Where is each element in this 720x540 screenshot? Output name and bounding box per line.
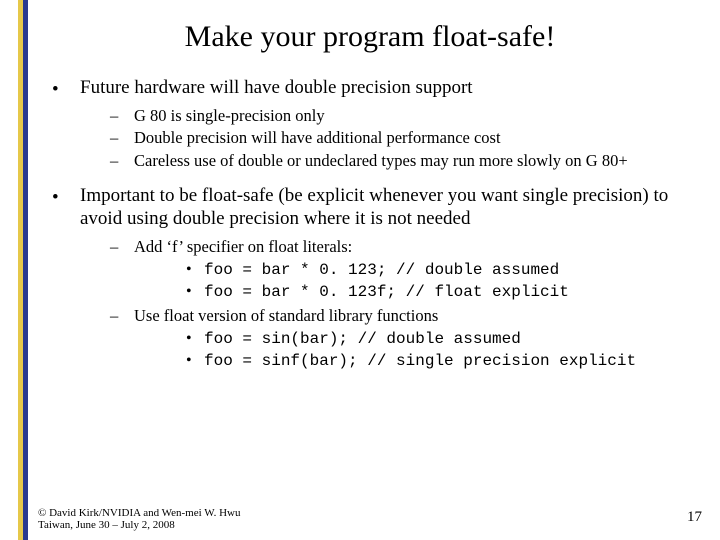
sub-text: Add ‘f’ specifier on float literals: [134, 237, 352, 256]
bullet-text: Important to be float-safe (be explicit … [80, 185, 668, 230]
sub-text: G 80 is single-precision only [134, 106, 325, 125]
dash-icon: – [110, 306, 118, 327]
code-text: foo = sinf(bar); // single precision exp… [204, 352, 636, 370]
code-text: foo = bar * 0. 123f; // float explicit [204, 283, 569, 301]
accent-blue [23, 0, 28, 540]
dash-icon: – [110, 106, 118, 127]
footer-line-1: © David Kirk/NVIDIA and Wen-mei W. Hwu [38, 507, 241, 520]
sub-text: Careless use of double or undeclared typ… [134, 151, 628, 170]
code-item: • foo = bar * 0. 123; // double assumed [134, 260, 702, 281]
dash-icon: – [110, 128, 118, 149]
bullet-list: • Future hardware will have double preci… [38, 76, 702, 372]
bullet-dot-icon: • [186, 351, 192, 372]
code-item: • foo = sinf(bar); // single precision e… [134, 351, 702, 372]
code-text: foo = sin(bar); // double assumed [204, 330, 521, 348]
accent-stripe [18, 0, 28, 540]
footer-copyright: © David Kirk/NVIDIA and Wen-mei W. Hwu T… [38, 507, 241, 532]
slide-content: Make your program float-safe! • Future h… [38, 14, 702, 530]
bullet-dot-icon: • [186, 329, 192, 350]
dash-icon: – [110, 151, 118, 172]
bullet-dot-icon: • [186, 282, 192, 303]
bullet-dot-icon: • [52, 78, 59, 102]
sub-item: – Careless use of double or undeclared t… [80, 151, 702, 172]
subsub-list: • foo = bar * 0. 123; // double assumed … [134, 260, 702, 303]
bullet-item: • Important to be float-safe (be explici… [38, 184, 702, 372]
slide: Make your program float-safe! • Future h… [0, 0, 720, 540]
sub-text: Double precision will have additional pe… [134, 128, 501, 147]
page-number: 17 [687, 509, 702, 526]
bullet-dot-icon: • [186, 260, 192, 281]
slide-title: Make your program float-safe! [38, 20, 702, 54]
bullet-text: Future hardware will have double precisi… [80, 77, 473, 98]
subsub-list: • foo = sin(bar); // double assumed • fo… [134, 329, 702, 372]
code-item: • foo = sin(bar); // double assumed [134, 329, 702, 350]
sub-item: – Use float version of standard library … [80, 306, 702, 371]
code-item: • foo = bar * 0. 123f; // float explicit [134, 282, 702, 303]
sub-item: – G 80 is single-precision only [80, 106, 702, 127]
sub-text: Use float version of standard library fu… [134, 306, 438, 325]
sub-item: – Add ‘f’ specifier on float literals: •… [80, 237, 702, 302]
sub-item: – Double precision will have additional … [80, 128, 702, 149]
sub-list: – Add ‘f’ specifier on float literals: •… [80, 237, 702, 371]
footer-line-2: Taiwan, June 30 – July 2, 2008 [38, 519, 241, 532]
bullet-dot-icon: • [52, 186, 59, 210]
bullet-item: • Future hardware will have double preci… [38, 76, 702, 172]
code-text: foo = bar * 0. 123; // double assumed [204, 261, 559, 279]
dash-icon: – [110, 237, 118, 258]
sub-list: – G 80 is single-precision only – Double… [80, 106, 702, 172]
